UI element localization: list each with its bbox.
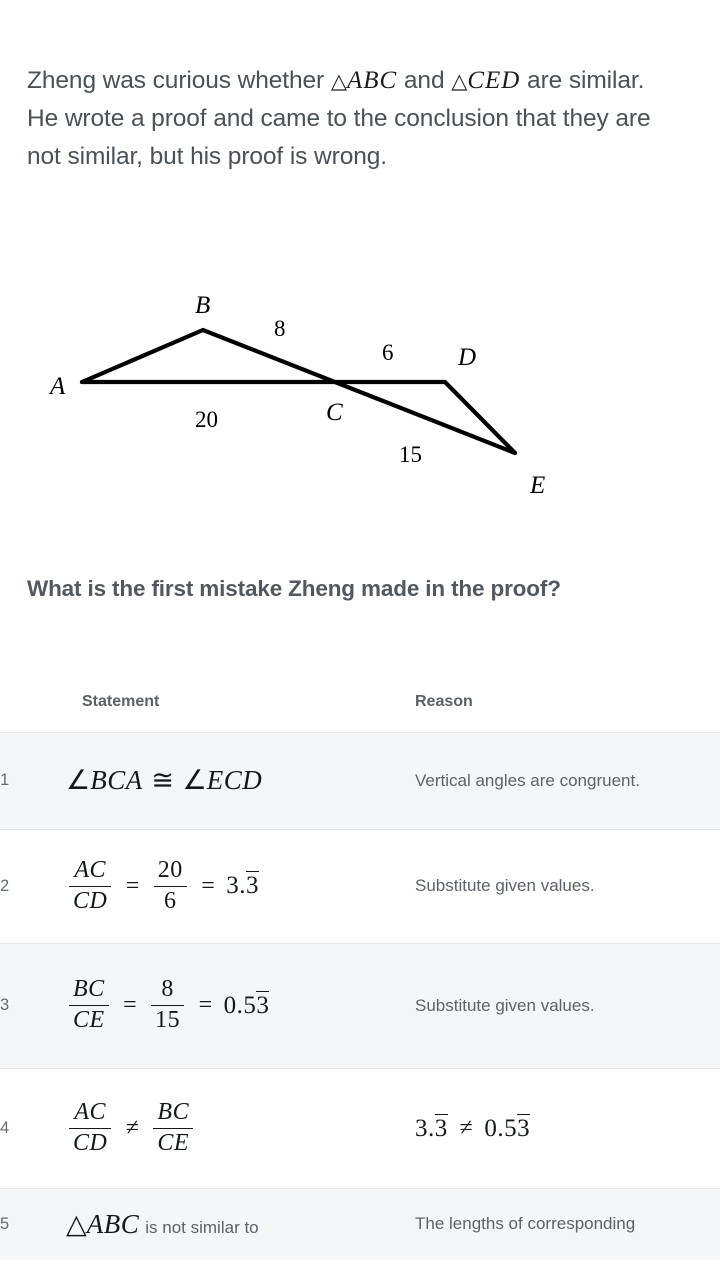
path-b-to-e (79, 327, 518, 456)
equals-sign: = (125, 872, 140, 899)
triangle-abc: △ABC (66, 1208, 140, 1240)
path-d-to-e (442, 379, 518, 456)
question-heading: What is the first mistake Zheng made in … (27, 576, 561, 601)
repeating-bar-digit: 3 (256, 990, 270, 1019)
fraction-bc-over-ce: BC CE (69, 976, 109, 1034)
fraction-8-over-15: 8 15 (151, 976, 185, 1034)
proof-question-page: Zheng was curious whether △ABC and △CED … (0, 0, 720, 1265)
column-header-statement: Statement (66, 672, 415, 732)
equals-sign-2: = (201, 872, 215, 899)
triangle-ced-letters: CED (467, 67, 521, 94)
not-equal-sign: ≠ (125, 1114, 139, 1141)
diagram-label-a: A (48, 373, 66, 400)
triangle-abc-letters: ABC (346, 67, 398, 94)
row-statement: AC CD = 20 6 = 3.3 (66, 829, 415, 943)
row-number: 4 (0, 1118, 10, 1137)
row-reason: Substitute given values. (415, 995, 595, 1015)
repeating-bar-digit-left: 3 (434, 1113, 448, 1142)
row-reason: 3.3 ≠ 0.53 (415, 1068, 720, 1188)
table-row[interactable]: 2 AC CD = 20 6 = 3.3 Substitute given va… (0, 829, 720, 943)
table-row[interactable]: 4 AC CD ≠ BC CE 3.3 ≠ 0.53 (0, 1068, 720, 1188)
reason-value-left: 3.3 (415, 1113, 448, 1142)
diagram-label-c: C (326, 399, 343, 426)
fraction-bc-over-ce: BC CE (153, 1099, 194, 1157)
row-statement-text: is not similar to (145, 1217, 259, 1237)
repeating-bar-digit-right: 3 (517, 1113, 531, 1142)
diagram-measure-cd: 6 (382, 340, 394, 365)
equals-sign-2: = (198, 992, 213, 1018)
row-statement: △ABC is not similar to (66, 1188, 415, 1260)
row-number: 1 (0, 771, 10, 789)
angle-bca: ∠BCA (66, 765, 143, 796)
table-row[interactable]: 5 △ABC is not similar to The lengths of c… (0, 1188, 720, 1260)
repeating-bar-digit: 3 (246, 871, 259, 899)
geometry-diagram: A B C D E 20 8 6 15 (0, 270, 720, 530)
fraction-20-over-6: 20 6 (153, 857, 187, 915)
table-row[interactable]: 1 ∠BCA ≅ ∠ECD Vertical angles are congru… (0, 732, 720, 829)
table-header: Statement Reason (0, 672, 720, 732)
prompt-text-part2: and (397, 67, 452, 94)
angle-ecd: ∠ECD (182, 765, 263, 796)
table-row[interactable]: 3 BC CE = 8 15 = 0.53 Substitute given v… (0, 943, 720, 1068)
proof-table: Statement Reason 1 ∠BCA ≅ ∠ECD Vertical … (0, 672, 720, 1260)
fraction-ac-over-cd: AC CD (69, 1099, 112, 1157)
diagram-label-b: B (195, 292, 210, 319)
congruent-symbol: ≅ (142, 765, 183, 796)
row-statement: ∠BCA ≅ ∠ECD (66, 732, 415, 829)
repeating-decimal-value: 0.53 (223, 990, 270, 1019)
row-reason: Substitute given values. (415, 876, 595, 895)
column-header-reason: Reason (415, 672, 720, 732)
equals-sign: = (123, 992, 137, 1018)
column-header-number (0, 672, 66, 732)
table-body: 1 ∠BCA ≅ ∠ECD Vertical angles are congru… (0, 732, 720, 1260)
diagram-label-d: D (457, 344, 476, 371)
diagram-label-e: E (529, 472, 545, 499)
prompt-text-part1: Zheng was curious whether (27, 67, 331, 94)
table-header-row: Statement Reason (0, 672, 720, 732)
diagram-measure-ce: 15 (399, 442, 422, 467)
row-number: 5 (0, 1214, 10, 1233)
fraction-ac-over-cd: AC CD (69, 857, 112, 915)
triangle-ced-inline: △CED (451, 67, 521, 94)
repeating-decimal-value: 3.3 (226, 871, 259, 899)
diagram-measure-ac: 20 (195, 407, 218, 432)
row-reason: The lengths of corresponding (415, 1214, 636, 1234)
row-statement: AC CD ≠ BC CE (66, 1068, 415, 1188)
reason-not-equal-sign: ≠ (459, 1115, 473, 1141)
triangle-abc-inline: △ABC (330, 67, 398, 94)
row-number: 3 (0, 996, 10, 1014)
diagram-measure-bc: 8 (274, 316, 286, 341)
problem-statement: Zheng was curious whether △ABC and △CED … (27, 62, 677, 176)
row-statement: BC CE = 8 15 = 0.53 (66, 943, 415, 1068)
row-reason: Vertical angles are congruent. (415, 770, 640, 790)
reason-value-right: 0.53 (484, 1113, 531, 1142)
row-number: 2 (0, 876, 10, 895)
